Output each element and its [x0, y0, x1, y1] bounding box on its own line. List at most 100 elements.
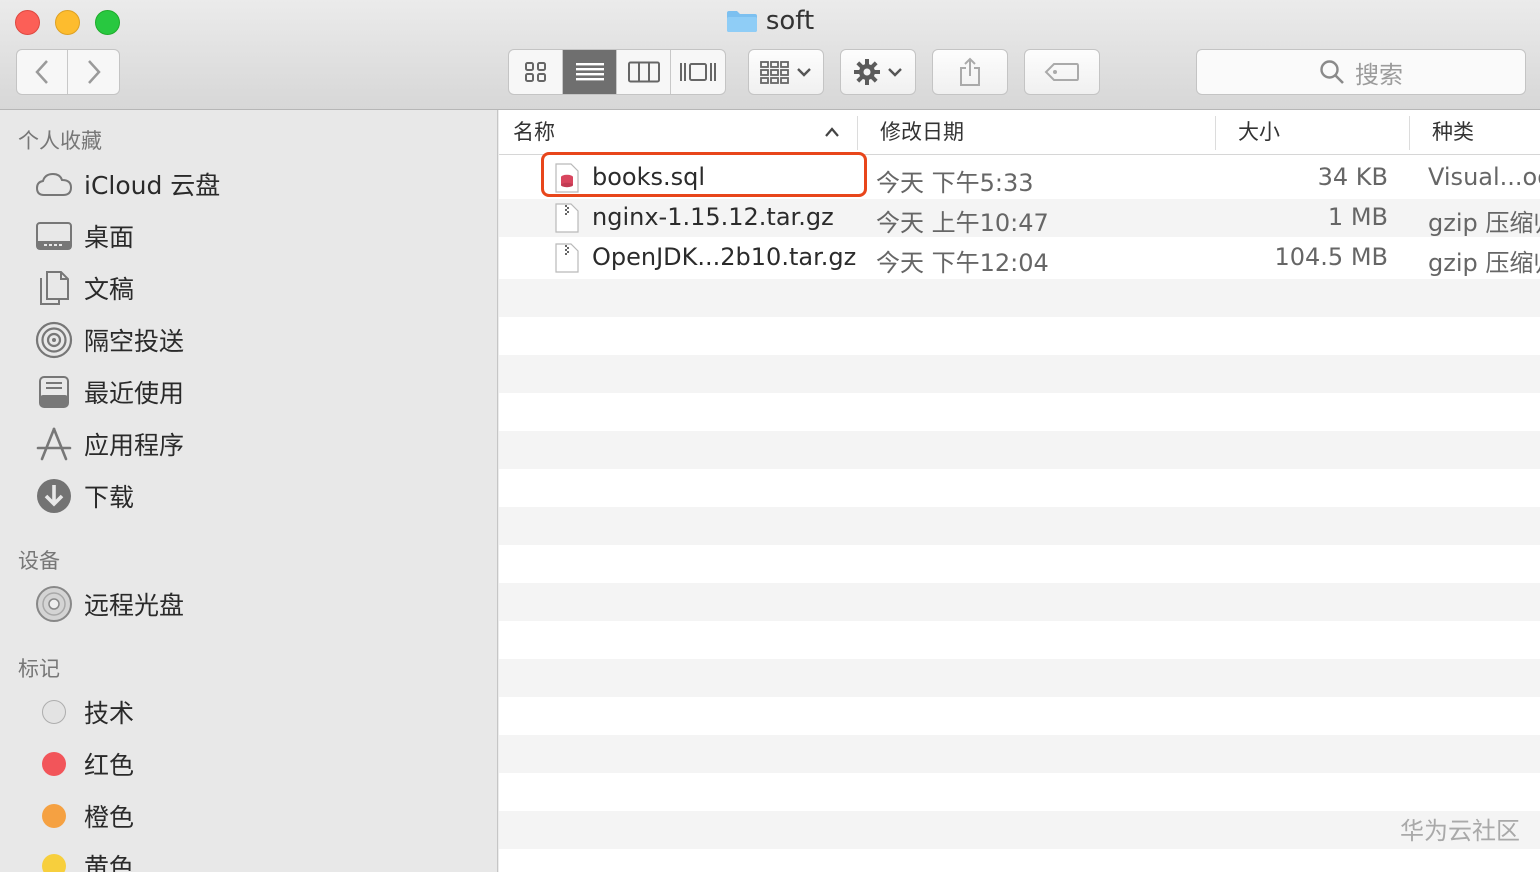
group-by-button[interactable] — [748, 49, 824, 95]
empty-row — [499, 697, 1540, 735]
cloud-icon — [34, 164, 74, 204]
file-name: OpenJDK...2b10.tar.gz — [592, 243, 857, 271]
column-header-size-label: 大小 — [1238, 120, 1280, 144]
share-button[interactable] — [932, 49, 1008, 95]
watermark: 华为云社区 — [1400, 817, 1520, 845]
action-menu-button[interactable] — [840, 49, 916, 95]
empty-row — [499, 469, 1540, 507]
sidebar-item-label: 隔空投送 — [84, 327, 185, 356]
empty-row — [499, 773, 1540, 811]
empty-row — [499, 811, 1540, 849]
sidebar-item-label: 远程光盘 — [84, 591, 185, 620]
sidebar-item-label: 黄色 — [84, 853, 135, 872]
empty-row — [499, 279, 1540, 317]
recents-icon — [34, 372, 74, 412]
desktop-icon — [34, 216, 74, 256]
column-header-name-label: 名称 — [513, 120, 555, 144]
gear-icon — [854, 59, 880, 85]
folder-icon — [726, 9, 758, 33]
sidebar-item-desktop[interactable]: 桌面 — [34, 214, 134, 258]
sidebar-item-remote-disc[interactable]: 远程光盘 — [34, 582, 184, 626]
sidebar-item-label: 文稿 — [84, 275, 135, 304]
sort-ascending-icon — [825, 127, 839, 137]
column-header-date[interactable]: 修改日期 — [880, 110, 964, 155]
sidebar-tag-red[interactable]: 红色 — [34, 742, 134, 786]
window-titlebar: soft 搜索 — [0, 0, 1540, 110]
disc-icon — [34, 584, 74, 624]
sidebar-tag-yellow[interactable]: 黄色 — [34, 844, 134, 872]
column-divider[interactable] — [1409, 116, 1410, 150]
list-view-button[interactable] — [563, 50, 617, 94]
arrange-icon — [760, 61, 789, 84]
column-header-kind[interactable]: 种类 — [1432, 110, 1474, 155]
file-size: 1 MB — [1327, 203, 1388, 231]
sidebar-item-label: 下载 — [84, 483, 135, 512]
column-header-kind-label: 种类 — [1432, 120, 1474, 144]
gallery-view-button[interactable] — [671, 50, 725, 94]
empty-row — [499, 355, 1540, 393]
empty-row — [499, 621, 1540, 659]
file-name: books.sql — [592, 163, 706, 191]
sidebar-tag-tech[interactable]: 技术 — [34, 690, 134, 734]
tag-color-dot-icon — [34, 796, 74, 836]
sidebar-item-recents[interactable]: 最近使用 — [34, 370, 184, 414]
edit-tags-button[interactable] — [1024, 49, 1100, 95]
chevron-down-icon — [888, 68, 902, 77]
file-kind: gzip 压缩归 — [1428, 249, 1540, 277]
icon-view-button[interactable] — [509, 50, 563, 94]
sidebar-item-icloud[interactable]: iCloud 云盘 — [34, 162, 220, 206]
empty-row — [499, 545, 1540, 583]
empty-row — [499, 317, 1540, 355]
sidebar-item-label: 最近使用 — [84, 379, 185, 408]
sql-file-icon — [555, 163, 579, 193]
file-size: 34 KB — [1317, 163, 1388, 191]
file-size: 104.5 MB — [1274, 243, 1388, 271]
file-row[interactable]: OpenJDK...2b10.tar.gz 今天 下午12:04 104.5 M… — [499, 239, 1540, 277]
file-row[interactable]: books.sql 今天 下午5:33 34 KB Visual...od — [499, 159, 1540, 197]
tag-icon — [1044, 63, 1079, 81]
downloads-icon — [34, 476, 74, 516]
file-kind: gzip 压缩归 — [1428, 209, 1540, 237]
sidebar-item-airdrop[interactable]: 隔空投送 — [34, 318, 184, 362]
chevron-left-icon — [35, 60, 48, 84]
sidebar-item-label: iCloud 云盘 — [84, 171, 221, 200]
file-name: nginx-1.15.12.tar.gz — [592, 203, 834, 231]
forward-button[interactable] — [68, 50, 119, 94]
column-divider[interactable] — [1215, 116, 1216, 150]
back-forward-group — [16, 49, 120, 95]
column-header-size[interactable]: 大小 — [1238, 110, 1280, 155]
column-header-date-label: 修改日期 — [880, 120, 964, 144]
chevron-down-icon — [797, 68, 811, 77]
empty-row — [499, 735, 1540, 773]
sidebar-item-label: 应用程序 — [84, 431, 185, 460]
gallery-icon — [680, 63, 716, 81]
sidebar-item-downloads[interactable]: 下载 — [34, 474, 134, 518]
chevron-right-icon — [87, 60, 101, 84]
view-mode-group — [508, 49, 726, 95]
file-list-pane: 名称 修改日期 大小 种类 books.sql 今天 下午5:33 34 KB … — [499, 110, 1540, 872]
file-kind: Visual...od — [1428, 163, 1540, 191]
column-view-button[interactable] — [617, 50, 671, 94]
documents-icon — [34, 268, 74, 308]
empty-row — [499, 393, 1540, 431]
empty-row — [499, 431, 1540, 469]
search-icon — [1320, 60, 1344, 84]
search-field[interactable]: 搜索 — [1196, 49, 1526, 95]
archive-file-icon — [555, 243, 579, 273]
applications-icon — [34, 424, 74, 464]
tag-color-dot-icon — [34, 744, 74, 784]
column-header-name[interactable]: 名称 — [513, 110, 555, 155]
sidebar-item-applications[interactable]: 应用程序 — [34, 422, 184, 466]
file-date: 今天 上午10:47 — [876, 209, 1049, 237]
sidebar-item-label: 桌面 — [84, 223, 135, 252]
sidebar-tag-orange[interactable]: 橙色 — [34, 794, 134, 838]
file-row[interactable]: nginx-1.15.12.tar.gz 今天 上午10:47 1 MB gzi… — [499, 199, 1540, 237]
back-button[interactable] — [17, 50, 68, 94]
column-header-bar: 名称 修改日期 大小 种类 — [499, 110, 1540, 155]
archive-file-icon — [555, 203, 579, 233]
file-date: 今天 下午5:33 — [876, 169, 1034, 197]
column-divider[interactable] — [857, 116, 858, 150]
sidebar-item-documents[interactable]: 文稿 — [34, 266, 134, 310]
columns-icon — [627, 61, 660, 83]
grid-icon — [524, 62, 546, 82]
